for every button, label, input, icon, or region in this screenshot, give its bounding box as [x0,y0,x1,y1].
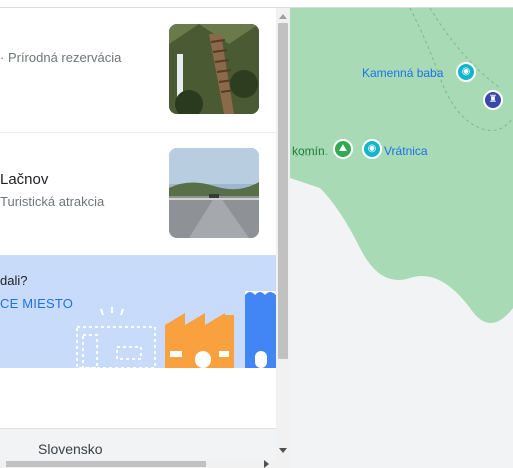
camera-pin-icon[interactable]: ◉ [362,139,382,159]
scroll-down-arrow-icon[interactable] [279,448,287,453]
scrollbar-thumb[interactable] [278,23,288,359]
scroll-right-arrow-icon[interactable] [264,460,269,468]
result-title: Lačnov [0,171,49,188]
hiking-pin-icon[interactable]: ⛰ [333,139,353,159]
horizontal-scrollbar-thumb[interactable] [6,461,206,467]
results-panel: · Prírodná rezervácia Lačnov Turistická … [0,8,290,468]
result-subtitle: · Prírodná rezervácia [0,50,122,65]
map-label-komin[interactable]: komín [292,144,325,158]
result-thumbnail-waterfall [169,24,259,114]
add-place-promo: dali? CE MIESTO [0,255,276,368]
country-label: Slovensko [38,441,103,457]
promo-illustration [76,291,276,368]
map-area[interactable]: Kamenná baba ◉ ♜ komín ⛰ ◉ Vrátnica [290,8,513,468]
result-thumbnail-road [169,148,259,238]
map-label-vratnica[interactable]: Vrátnica [384,144,428,158]
landmark-pin-icon[interactable]: ♜ [483,90,503,110]
map-label-kamenna-baba[interactable]: Kamenná baba [362,66,443,80]
horizontal-scrollbar[interactable] [0,460,290,468]
result-subtitle: Turistická atrakcia [0,194,105,209]
result-item[interactable]: · Prírodná rezervácia [0,8,276,133]
scroll-up-arrow-icon[interactable] [279,14,287,19]
camera-pin-icon[interactable]: ◉ [456,62,476,82]
vertical-scrollbar[interactable] [276,8,290,468]
top-border [0,0,513,8]
result-item[interactable]: Lačnov Turistická atrakcia [0,133,276,253]
